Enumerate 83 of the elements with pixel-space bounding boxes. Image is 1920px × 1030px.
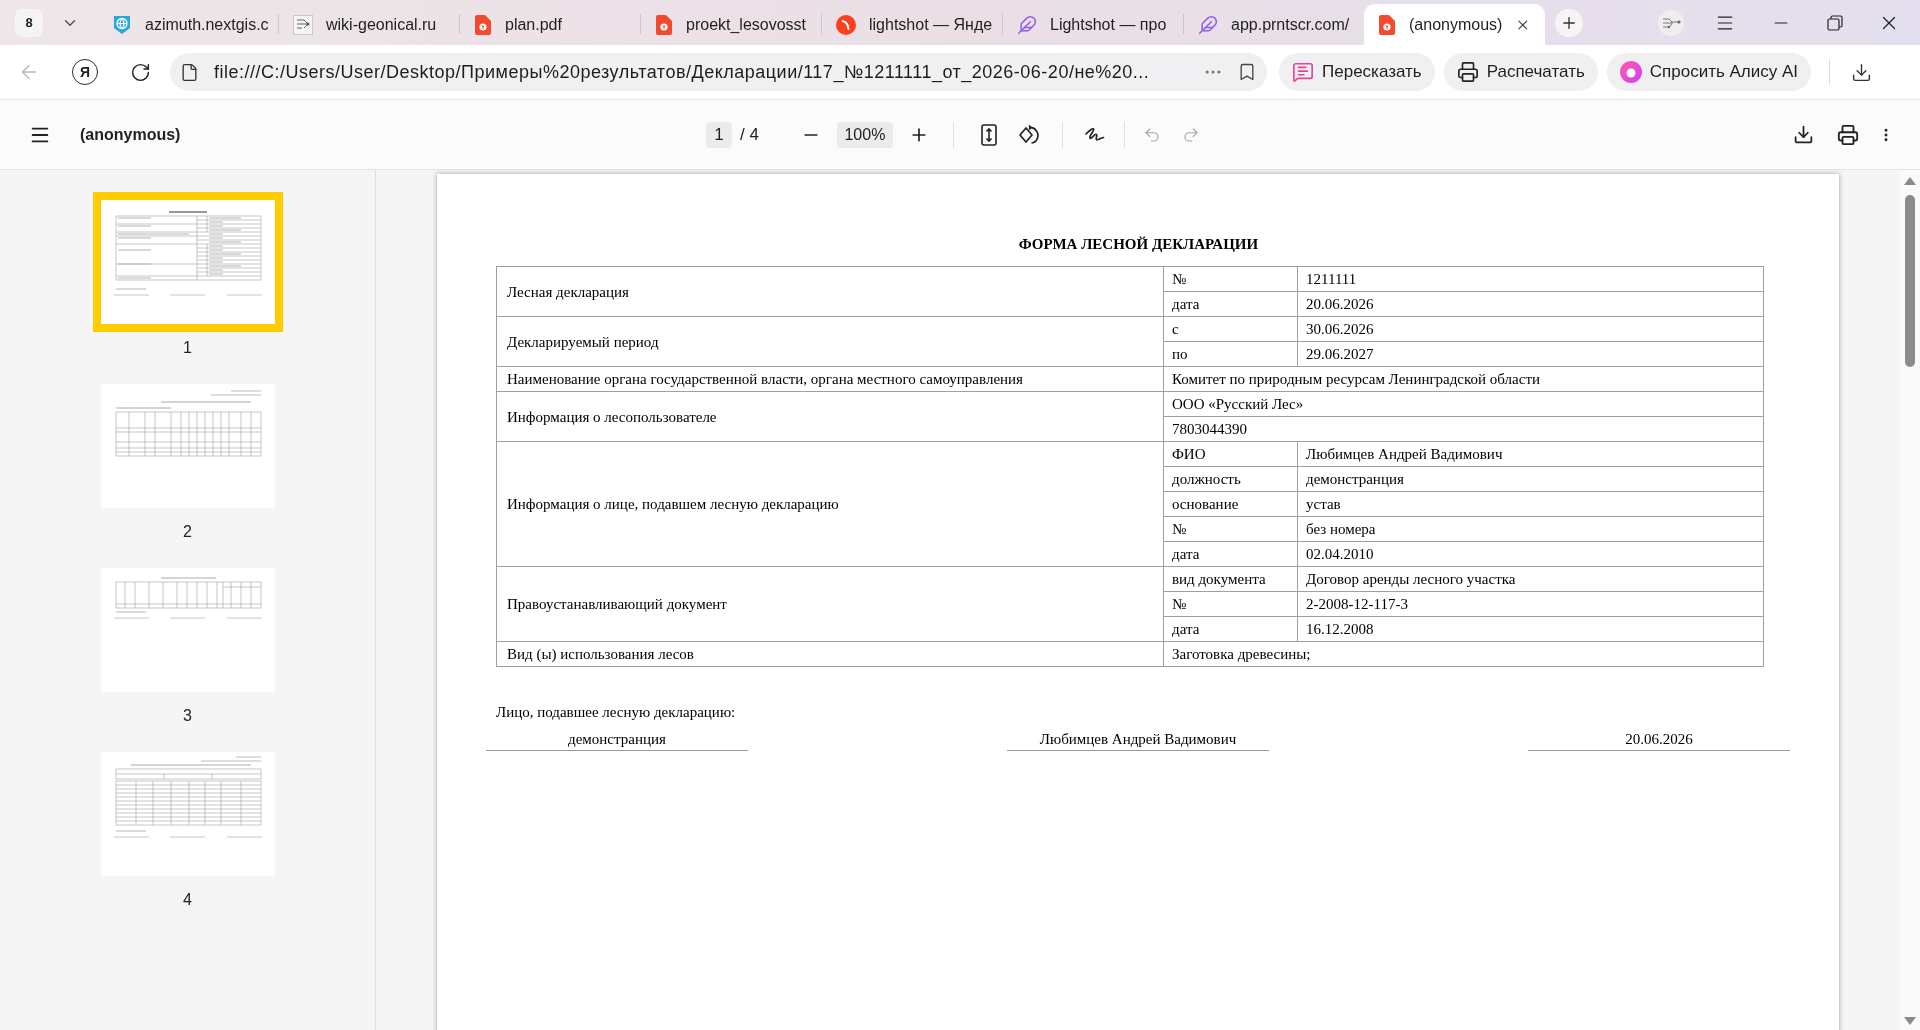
document-name: (anonymous) — [80, 124, 181, 145]
table-cell: ООО «Русский Лес» — [1163, 391, 1764, 417]
page-count: / 4 — [740, 123, 759, 146]
globe-icon — [112, 14, 132, 35]
browser-tab[interactable]: (anonymous) — [1364, 4, 1545, 45]
document-title: ФОРМА ЛЕСНОЙ ДЕКЛАРАЦИИ — [1018, 235, 1259, 254]
table-cell: Правоустанавливающий документ — [496, 566, 1164, 642]
signature-caption: Лицо, подавшее лесную декларацию: — [496, 704, 736, 720]
table-cell: Вид (ы) использования лесов — [496, 641, 1164, 667]
table-cell: Информация о лесопользователе — [496, 391, 1164, 442]
zoom-level-field[interactable]: 100% — [836, 121, 893, 148]
page-number-label: 1 — [183, 338, 192, 358]
table-cell: № — [1163, 516, 1298, 542]
browser-tab[interactable]: app.prntscr.com/ — [1184, 4, 1364, 45]
table-cell: Заготовка древесины; — [1163, 641, 1764, 667]
table-cell: дата — [1163, 541, 1298, 567]
page-number-field[interactable]: 1 — [706, 121, 732, 148]
toolbar-action-button[interactable]: Спросить Алису AI — [1606, 53, 1812, 91]
diagram-icon — [293, 14, 313, 35]
scroll-down-icon[interactable] — [1904, 1017, 1916, 1025]
table-cell: с — [1163, 316, 1298, 342]
table-cell: Лесная декларация — [496, 266, 1164, 317]
table-cell: Наименование органа государственной власти, органа местного самоуправления — [496, 366, 1164, 392]
signature-line: демонстранция — [486, 728, 748, 751]
page-number-label: 3 — [183, 706, 192, 726]
toolbar-action-button[interactable]: Пересказать — [1279, 53, 1435, 91]
table-cell: Комитет по природным ресурсам Ленинградской области — [1163, 366, 1764, 392]
table-cell: 1211111 — [1297, 266, 1764, 292]
browser-tab[interactable]: Lightshot — про — [1003, 4, 1183, 45]
new-tab-button[interactable] — [1555, 8, 1583, 37]
toolbar-action-button[interactable]: Распечатать — [1443, 53, 1598, 91]
chat-sparkle-icon[interactable] — [1292, 61, 1314, 83]
table-cell: Информация о лице, подавшем лесную декларацию — [496, 441, 1164, 567]
page-thumbnail[interactable] — [100, 568, 275, 692]
table-cell: устав — [1297, 491, 1764, 517]
feather-icon — [1017, 14, 1037, 35]
tab-count-button[interactable]: 8 — [15, 8, 43, 37]
table-cell: дата — [1163, 616, 1298, 642]
ring-icon[interactable] — [1619, 61, 1642, 83]
browser-tab[interactable]: lightshot — Янде — [822, 4, 1002, 45]
table-cell: № — [1163, 266, 1298, 292]
table-cell: 7803044390 — [1163, 416, 1764, 442]
signature-line: 20.06.2026 — [1528, 728, 1790, 751]
table-cell: ФИО — [1163, 441, 1298, 467]
document-icon — [1378, 14, 1396, 35]
table-cell: 20.06.2026 — [1297, 291, 1764, 317]
browser-tab[interactable]: plan.pdf — [460, 4, 640, 45]
document-icon — [474, 14, 492, 35]
table-cell: Декларируемый период — [496, 316, 1164, 367]
table-cell: Любимцев Андрей Вадимович — [1297, 441, 1764, 467]
table-cell: по — [1163, 341, 1298, 367]
browser-tab[interactable]: azimuth.nextgis.c — [98, 4, 278, 45]
table-cell: без номера — [1297, 516, 1764, 542]
fit-page-icon[interactable] — [980, 123, 997, 146]
table-cell: 29.06.2027 — [1297, 341, 1764, 367]
table-cell: вид документа — [1163, 566, 1298, 592]
page-thumbnail[interactable] — [100, 752, 275, 876]
page-thumbnail[interactable] — [92, 192, 283, 332]
table-cell: должность — [1163, 466, 1298, 492]
table-cell: Договор аренды лесного участка — [1297, 566, 1764, 592]
restore-icon[interactable] — [1827, 14, 1843, 31]
table-cell: 02.04.2010 — [1297, 541, 1764, 567]
table-cell: № — [1163, 591, 1298, 617]
signature-line: Любимцев Андрей Вадимович — [1007, 728, 1269, 751]
table-cell: основание — [1163, 491, 1298, 517]
table-cell: 2-2008-12-117-3 — [1297, 591, 1764, 617]
address-field[interactable]: file:///C:/Users/User/Desktop/Примеры%20результатов/Декларации/117_№1211111_от_2026-06-20/не%20... — [170, 53, 1267, 91]
table-cell: демонстранция — [1297, 466, 1764, 492]
document-icon — [655, 14, 673, 35]
page-number-label: 2 — [183, 522, 192, 542]
browser-tab[interactable]: wiki-geonical.ru — [279, 4, 459, 45]
scroll-up-icon[interactable] — [1904, 177, 1916, 185]
circle-logo-icon — [836, 14, 856, 35]
page-number-label: 4 — [183, 890, 192, 910]
browser-tab[interactable]: proekt_lesovosst — [641, 4, 821, 45]
table-cell: 30.06.2026 — [1297, 316, 1764, 342]
printer-icon[interactable] — [1456, 61, 1479, 83]
table-cell: 16.12.2008 — [1297, 616, 1764, 642]
file-icon — [180, 62, 199, 82]
table-cell: дата — [1163, 291, 1298, 317]
scrollbar-thumb[interactable] — [1905, 195, 1915, 367]
feather-icon — [1198, 14, 1218, 35]
page-thumbnail[interactable] — [100, 384, 275, 508]
